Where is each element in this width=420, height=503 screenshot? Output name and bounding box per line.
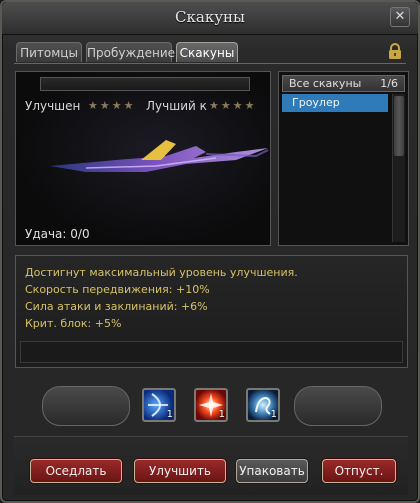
skill-count: 1 [218,409,225,420]
enhanced-label: Улучшен [25,99,81,113]
mount-stats-panel: Достигнут максимальный уровень улучшения… [15,255,408,368]
mount-list: Все скакуны 1/6 Гроулер [278,71,409,246]
enhanced-stars: ★★★★ [88,99,136,112]
stats-line: Скорость передвижения: +10% [25,283,210,296]
right-ornament [294,386,382,426]
pack-button[interactable]: Упаковать [236,459,308,483]
stats-line: Крит. блок: +5% [25,317,122,330]
mount-model-image [50,140,269,172]
skill-slot-3[interactable]: 1 [246,388,280,422]
release-button[interactable]: Отпуст. [322,459,396,483]
skill-count: 1 [270,409,277,420]
window-title: Скакуны [175,8,245,26]
skill-count: 1 [166,409,173,420]
upgrade-button[interactable]: Улучшить [134,459,226,483]
scrollbar-thumb[interactable] [394,96,404,156]
tab-awakening[interactable]: Пробуждение [86,42,175,62]
saddle-button[interactable]: Оседлать [30,459,122,483]
best-stars: ★★★★ [209,99,257,112]
mount-list-header[interactable]: Все скакуны 1/6 [282,75,405,92]
tab-pets[interactable]: Питомцы [16,42,82,62]
left-ornament [42,386,130,426]
close-button[interactable]: ✕ [390,7,410,27]
skill-slot-1[interactable]: 1 [142,388,176,422]
stats-footer [20,341,403,363]
luck-value: Удача: 0/0 [25,227,90,241]
stats-line: Достигнут максимальный уровень улучшения… [25,266,298,279]
mount-name-bar [40,77,250,91]
mount-preview: Улучшен ★★★★ Лучший к ★★★★ Удача: 0/0 [15,71,271,246]
skill-slot-2[interactable]: 1 [194,388,228,422]
mounts-window: Скакуны ✕ Питомцы Пробуждение Скакуны Ул… [0,0,420,503]
tab-divider [14,63,406,64]
title-bar[interactable]: Скакуны ✕ [2,2,418,35]
action-bar: Оседлать Улучшить Упаковать Отпуст. [14,436,408,495]
stats-line: Сила атаки и заклинаний: +6% [25,300,208,313]
mount-list-title: Все скакуны [289,77,362,90]
best-label: Лучший к [146,99,207,113]
close-icon: ✕ [394,9,406,24]
tab-mounts[interactable]: Скакуны [176,42,238,62]
lock-icon[interactable] [386,42,404,60]
mount-list-item[interactable]: Гроулер [282,94,388,112]
skill-bar: 1 1 1 [42,384,382,430]
mount-list-scrollbar[interactable] [392,94,405,242]
mount-list-count: 1/6 [380,77,398,90]
